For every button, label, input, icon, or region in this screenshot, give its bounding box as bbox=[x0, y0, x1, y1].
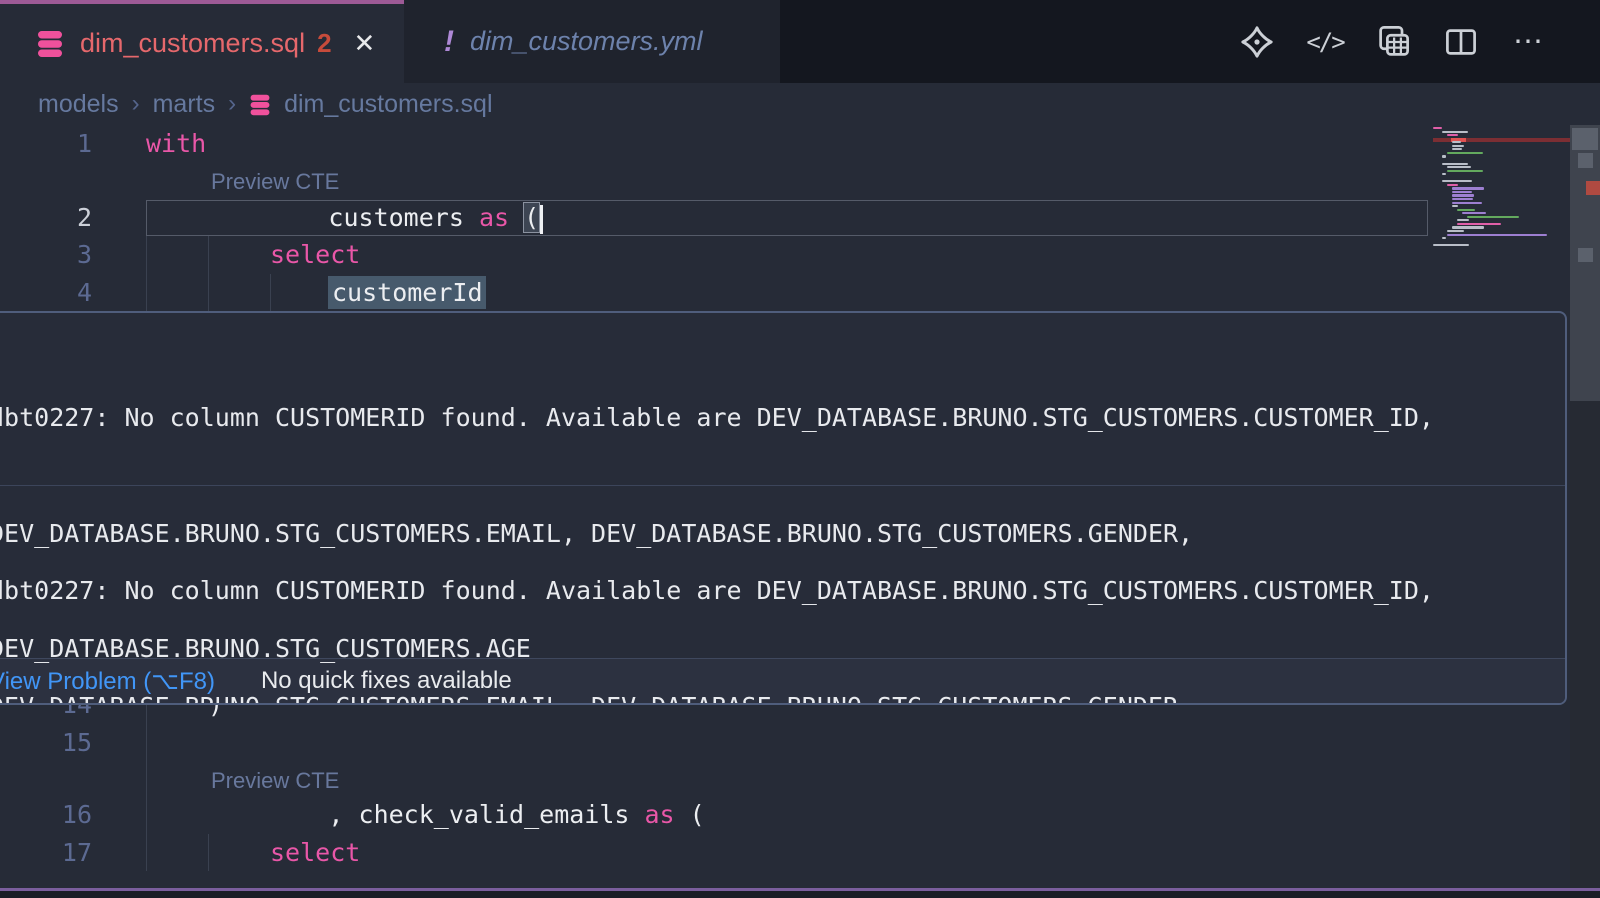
minimap-code-line bbox=[1447, 166, 1471, 168]
error-exclamation-icon: ! bbox=[444, 25, 454, 59]
chevron-right-icon: › bbox=[228, 90, 236, 118]
minimap-code-line bbox=[1452, 141, 1461, 143]
minimap-code-line bbox=[1452, 191, 1472, 193]
editor-actions: </> ⋯ bbox=[1238, 0, 1548, 83]
minimap-code-line bbox=[1452, 145, 1464, 147]
minimap-code-line bbox=[1433, 244, 1469, 246]
minimap-code-line bbox=[1447, 152, 1483, 154]
overview-ruler-mark bbox=[1578, 153, 1593, 168]
minimap-code-line bbox=[1447, 234, 1547, 236]
more-actions-icon[interactable]: ⋯ bbox=[1510, 23, 1548, 61]
code-line-15[interactable]: 15 bbox=[0, 724, 1430, 762]
line-number-active[interactable]: 2 bbox=[0, 199, 92, 237]
code-line-3[interactable]: 3 select bbox=[0, 236, 1430, 274]
no-quick-fixes-text: No quick fixes available bbox=[261, 667, 512, 695]
tab-title: dim_customers.sql bbox=[80, 28, 305, 59]
database-icon bbox=[36, 29, 64, 59]
diagnostic-message-1: dbt0227: No column CUSTOMERID found. Ava… bbox=[0, 313, 1565, 485]
tab-title: dim_customers.yml bbox=[470, 26, 703, 57]
tab-dim-customers-yml[interactable]: ! dim_customers.yml bbox=[404, 0, 780, 83]
line-number[interactable]: 15 bbox=[0, 724, 92, 762]
minimap-code-line bbox=[1457, 209, 1475, 211]
scrollbar[interactable] bbox=[1570, 125, 1600, 898]
minimap-code-line bbox=[1447, 170, 1483, 172]
minimap-code-line bbox=[1442, 237, 1446, 239]
compiled-code-icon[interactable]: </> bbox=[1306, 23, 1344, 61]
line-number[interactable]: 17 bbox=[0, 834, 92, 872]
chevron-right-icon: › bbox=[132, 90, 140, 118]
minimap-code-line bbox=[1457, 223, 1501, 225]
minimap-code-line bbox=[1452, 205, 1458, 207]
minimap-code-line bbox=[1433, 127, 1442, 129]
breadcrumb-item-marts[interactable]: marts bbox=[153, 90, 216, 119]
split-editor-icon[interactable] bbox=[1442, 23, 1480, 61]
line-number[interactable]: 16 bbox=[0, 796, 92, 834]
minimap-code-line bbox=[1447, 184, 1458, 186]
minimap-code-line bbox=[1442, 131, 1468, 133]
code-line-2[interactable]: 2 customers as ( bbox=[0, 199, 1430, 237]
tab-problem-badge: 2 bbox=[317, 28, 331, 59]
text-cursor bbox=[540, 205, 543, 234]
breadcrumb: models › marts › dim_customers.sql bbox=[0, 83, 1600, 125]
minimap-code-line bbox=[1467, 216, 1519, 218]
minimap-code-line bbox=[1442, 155, 1446, 157]
overview-ruler-error-mark bbox=[1586, 181, 1600, 195]
minimap-code-line bbox=[1452, 226, 1484, 228]
editor-window: dim_customers.sql 2 ✕ ! dim_customers.ym… bbox=[0, 0, 1600, 898]
minimap-code-line bbox=[1447, 230, 1464, 232]
code-line-1[interactable]: 1 with bbox=[0, 125, 1430, 163]
minimap-code-line bbox=[1442, 163, 1468, 165]
minimap-code-line bbox=[1452, 187, 1484, 189]
line-number[interactable]: 4 bbox=[0, 274, 92, 312]
overview-ruler-mark bbox=[1578, 248, 1593, 262]
line-number[interactable]: 3 bbox=[0, 236, 92, 274]
minimap-code-line bbox=[1462, 212, 1486, 214]
minimap-code-line bbox=[1442, 173, 1446, 175]
minimap-code-line bbox=[1442, 180, 1472, 182]
window-edge bbox=[0, 891, 1600, 898]
minimap-code-line bbox=[1457, 219, 1469, 221]
view-problem-link[interactable]: View Problem (⌥F8) bbox=[0, 667, 215, 696]
dbt-logo-icon[interactable] bbox=[1238, 23, 1276, 61]
bracket-match-highlight: ( bbox=[524, 203, 539, 232]
overview-ruler-mark bbox=[1572, 128, 1598, 150]
code-line-17[interactable]: 17 select bbox=[0, 834, 1430, 872]
minimap-code-line bbox=[1452, 194, 1474, 196]
error-hover-popup[interactable]: dbt0227: No column CUSTOMERID found. Ava… bbox=[0, 311, 1567, 705]
minimap-code-line bbox=[1452, 198, 1473, 200]
close-icon[interactable]: ✕ bbox=[354, 28, 376, 59]
code-editor[interactable]: 1 with Preview CTE 2 customers as ( 3 se… bbox=[0, 125, 1600, 898]
minimap-code-line bbox=[1452, 202, 1482, 204]
minimap-code-line bbox=[1447, 134, 1458, 136]
code-line-16[interactable]: 16 , check_valid_emails as ( bbox=[0, 796, 1430, 834]
query-results-icon[interactable] bbox=[1374, 23, 1412, 61]
code-line-4[interactable]: 4 customerId bbox=[0, 274, 1430, 312]
tab-bar: dim_customers.sql 2 ✕ ! dim_customers.ym… bbox=[0, 0, 1600, 83]
database-icon bbox=[249, 93, 271, 117]
tab-dim-customers-sql[interactable]: dim_customers.sql 2 ✕ bbox=[0, 0, 404, 83]
minimap-code-line bbox=[1452, 148, 1462, 150]
line-number[interactable]: 1 bbox=[0, 125, 92, 163]
breadcrumb-item-file[interactable]: dim_customers.sql bbox=[284, 90, 492, 119]
breadcrumb-item-models[interactable]: models bbox=[38, 90, 119, 119]
